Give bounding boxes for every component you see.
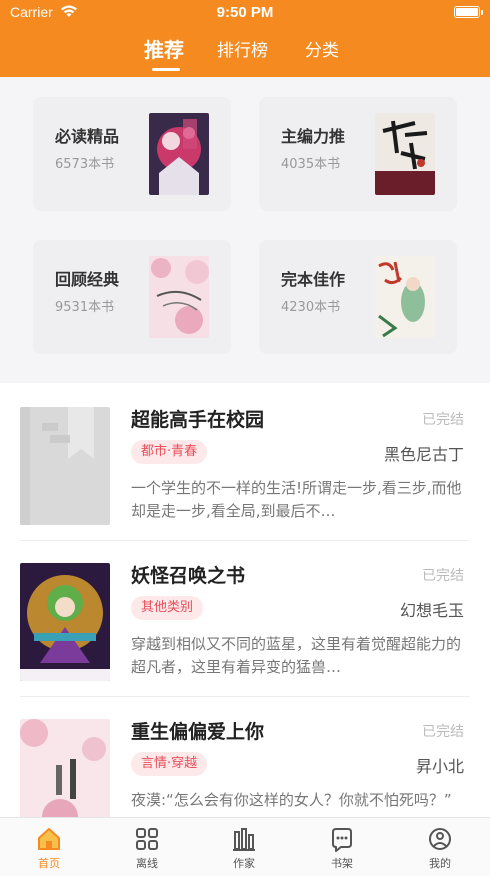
bookshelf-icon [332,828,352,852]
book-title: 重生偏偏爱上你 [131,721,265,743]
clock: 9:50 PM [216,4,274,21]
category-card-completed[interactable]: 完本佳作 4230本书 [259,240,457,354]
nav-label: 首页 [38,857,60,870]
nav-label: 离线 [136,857,158,870]
book-list-item[interactable]: 超能高手在校园 已完结 都市·青春 黑色尼古丁 一个学生的不一样的生活!所谓走一… [20,385,470,541]
category-title: 主编力推 [281,127,346,146]
book-title: 妖怪召唤之书 [131,565,246,587]
active-tab-indicator [152,68,180,71]
nav-label: 作家 [233,857,255,870]
category-grid: 必读精品 6573本书 主编力推 4035本书 回顾经典 9531本书 完本佳作… [0,77,490,383]
tab-category[interactable]: 分类 [305,36,339,61]
book-status: 已完结 [422,412,464,428]
writer-icon [233,828,255,851]
category-count: 9531本书 [55,300,115,315]
tab-recommend[interactable]: 推荐 [144,34,184,63]
header: Carrier 9:50 PM 推荐 排行榜 分类 [0,0,490,77]
book-status: 已完结 [422,724,464,740]
nav-label: 我的 [429,857,451,870]
category-title: 必读精品 [55,127,120,146]
book-genre-tag: 其他类别 [131,596,204,620]
book-cover-image [20,563,110,681]
book-author: 黑色尼古丁 [383,445,464,464]
status-bar: Carrier 9:50 PM [0,0,490,26]
nav-item-profile[interactable]: 我的 [410,826,470,871]
book-status: 已完结 [422,568,464,584]
top-tabs: 推荐 排行榜 分类 [0,36,490,72]
tab-ranking[interactable]: 排行榜 [217,36,268,61]
category-count: 6573本书 [55,157,115,172]
book-title: 超能高手在校园 [131,409,265,431]
profile-icon [429,828,451,850]
nav-item-writer[interactable]: 作家 [214,826,274,871]
book-description: 穿越到相似又不同的蓝星，这里有着觉醒超能力的超凡者，这里有着异变的猛兽… [131,635,462,676]
book-author: 幻想毛玉 [399,601,464,620]
category-title: 回顾经典 [55,270,120,289]
book-author: 昇小北 [415,757,464,776]
book-genre-tag: 言情·穿越 [131,752,208,776]
category-cover-image [375,113,435,195]
nav-item-home[interactable]: 首页 [19,826,79,871]
category-cover-image [149,113,209,195]
nav-item-offline[interactable]: 离线 [117,826,177,871]
category-cover-image [375,256,435,338]
category-card-must-read[interactable]: 必读精品 6573本书 [33,97,231,211]
bottom-nav: 首页 离线 作家 书架 我的 [0,817,490,876]
book-list-item[interactable]: 妖怪召唤之书 已完结 其他类别 幻想毛玉 穿越到相似又不同的蓝星，这里有着觉醒超… [20,541,470,697]
nav-item-bookshelf[interactable]: 书架 [312,826,372,871]
nav-label: 书架 [331,857,353,870]
category-count: 4230本书 [281,300,341,315]
book-genre-tag: 都市·青春 [131,440,208,464]
home-icon [38,828,60,850]
battery-icon [454,6,483,18]
category-count: 4035本书 [281,157,341,172]
book-description: 一个学生的不一样的生活!所谓走一步,看三步,而他却是走一步,看全局,到最后不… [131,479,462,520]
category-card-editor-pick[interactable]: 主编力推 4035本书 [259,97,457,211]
book-cover-placeholder-icon [20,407,110,525]
category-cover-image [149,256,209,338]
grid-icon [136,828,158,850]
category-title: 完本佳作 [281,270,346,289]
category-card-classics[interactable]: 回顾经典 9531本书 [33,240,231,354]
